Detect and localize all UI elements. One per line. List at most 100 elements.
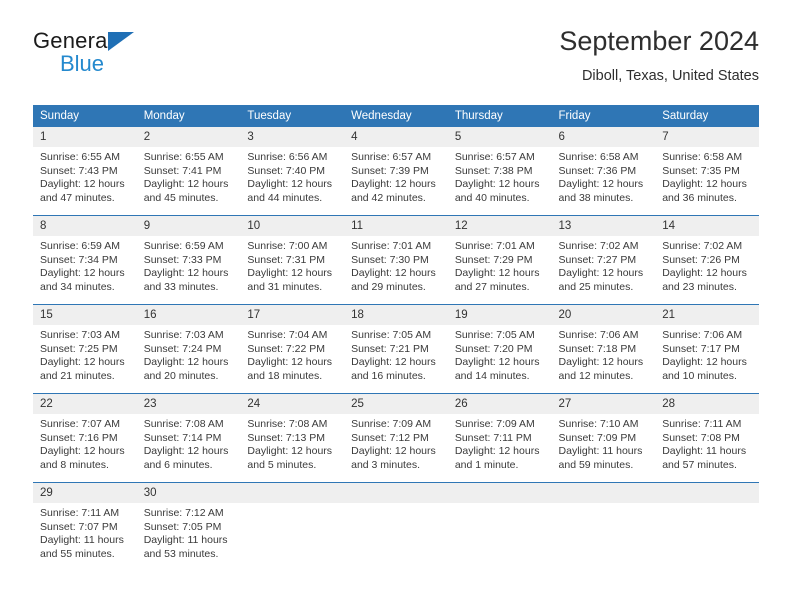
calendar-week-row: 22 Sunrise: 7:07 AM Sunset: 7:16 PM Dayligh… <box>33 393 759 483</box>
day-sun-info: Sunrise: 7:06 AM Sunset: 7:17 PM Daylight:… <box>655 325 759 383</box>
daylight-text: Daylight: 12 hours and 29 minutes. <box>351 267 436 293</box>
sunrise-text: Sunrise: 6:55 AM <box>143 151 224 163</box>
day-2[interactable]: 2 Sunrise: 6:55 AM Sunset: 7:41 PM Daylight… <box>136 127 241 215</box>
daylight-text: Daylight: 12 hours and 47 minutes. <box>40 178 125 204</box>
day-3[interactable]: 3 Sunrise: 6:56 AM Sunset: 7:40 PM Daylight… <box>240 127 345 215</box>
day-20[interactable]: 20 Sunrise: 7:06 AM Sunset: 7:18 PM Dayligh… <box>551 305 656 393</box>
sunset-text: Sunset: 7:36 PM <box>558 164 637 177</box>
day-30[interactable]: 30 Sunrise: 7:12 AM Sunset: 7:05 PM Dayligh… <box>136 483 241 571</box>
day-number: 10 <box>240 216 345 236</box>
daylight-text: Daylight: 12 hours and 20 minutes. <box>143 356 229 382</box>
day-10[interactable]: 10 Sunrise: 7:00 AM Sunset: 7:31 PM Dayligh… <box>240 216 345 304</box>
day-number: 27 <box>551 394 656 414</box>
day-24[interactable]: 24 Sunrise: 7:08 AM Sunset: 7:13 PM Dayligh… <box>240 394 345 482</box>
day-21[interactable]: 21 Sunrise: 7:06 AM Sunset: 7:17 PM Dayligh… <box>655 305 759 393</box>
day-sun-info: Sunrise: 6:58 AM Sunset: 7:35 PM Daylight:… <box>655 147 759 205</box>
day-number: 21 <box>655 305 759 325</box>
day-sun-info: Sunrise: 6:55 AM Sunset: 7:41 PM Daylight:… <box>137 147 241 205</box>
weekday-header-row: Sunday Monday Tuesday Wednesday Thursday… <box>33 105 759 127</box>
calendar-week-row: 8 Sunrise: 6:59 AM Sunset: 7:34 PM Daylight… <box>33 215 759 305</box>
sunrise-text: Sunrise: 6:59 AM <box>143 240 224 252</box>
day-sun-info: Sunrise: 7:04 AM Sunset: 7:22 PM Daylight:… <box>240 325 344 383</box>
day-14[interactable]: 14 Sunrise: 7:02 AM Sunset: 7:26 PM Dayligh… <box>655 216 759 304</box>
calendar-day-cell: 19 Sunrise: 7:05 AM Sunset: 7:20 PM Dayligh… <box>447 304 552 394</box>
sunrise-text: Sunrise: 6:58 AM <box>662 151 743 163</box>
calendar-day-cell <box>551 482 656 571</box>
weekday-header-tuesday: Tuesday <box>240 105 345 127</box>
page-title: September 2024 <box>559 26 759 56</box>
day-19[interactable]: 19 Sunrise: 7:05 AM Sunset: 7:20 PM Dayligh… <box>447 305 552 393</box>
daylight-text: Daylight: 12 hours and 10 minutes. <box>662 356 747 382</box>
daylight-text: Daylight: 12 hours and 25 minutes. <box>558 267 644 293</box>
day-29[interactable]: 29 Sunrise: 7:11 AM Sunset: 7:07 PM Dayligh… <box>33 483 137 571</box>
day-sun-info: Sunrise: 6:58 AM Sunset: 7:36 PM Daylight:… <box>552 147 656 205</box>
day-11[interactable]: 11 Sunrise: 7:01 AM Sunset: 7:30 PM Dayligh… <box>344 216 448 304</box>
sunset-text: Sunset: 7:25 PM <box>40 342 118 355</box>
daylight-text: Daylight: 12 hours and 3 minutes. <box>351 445 436 471</box>
day-9[interactable]: 9 Sunrise: 6:59 AM Sunset: 7:33 PM Daylight… <box>136 216 241 304</box>
daylight-text: Daylight: 12 hours and 5 minutes. <box>247 445 333 471</box>
day-sun-info: Sunrise: 7:01 AM Sunset: 7:30 PM Daylight:… <box>344 236 448 294</box>
day-number: 20 <box>551 305 656 325</box>
day-25[interactable]: 25 Sunrise: 7:09 AM Sunset: 7:12 PM Dayligh… <box>344 394 448 482</box>
sunrise-sunset-calendar: Sunday Monday Tuesday Wednesday Thursday… <box>33 105 759 571</box>
day-5[interactable]: 5 Sunrise: 6:57 AM Sunset: 7:38 PM Daylight… <box>447 127 552 215</box>
day-number: 1 <box>33 127 137 147</box>
day-18[interactable]: 18 Sunrise: 7:05 AM Sunset: 7:21 PM Dayligh… <box>344 305 448 393</box>
day-4[interactable]: 4 Sunrise: 6:57 AM Sunset: 7:39 PM Daylight… <box>344 127 448 215</box>
day-sun-info: Sunrise: 7:08 AM Sunset: 7:13 PM Daylight:… <box>240 414 344 472</box>
daylight-text: Daylight: 12 hours and 31 minutes. <box>247 267 333 293</box>
calendar-day-cell: 23 Sunrise: 7:08 AM Sunset: 7:14 PM Dayligh… <box>136 393 241 483</box>
daylight-text: Daylight: 11 hours and 53 minutes. <box>143 534 228 560</box>
day-number: 2 <box>136 127 241 147</box>
sunset-text: Sunset: 7:27 PM <box>558 253 637 266</box>
calendar-day-cell <box>655 482 759 571</box>
day-23[interactable]: 23 Sunrise: 7:08 AM Sunset: 7:14 PM Dayligh… <box>136 394 241 482</box>
day-13[interactable]: 13 Sunrise: 7:02 AM Sunset: 7:27 PM Dayligh… <box>551 216 656 304</box>
day-8[interactable]: 8 Sunrise: 6:59 AM Sunset: 7:34 PM Daylight… <box>33 216 137 304</box>
weekday-header-thursday: Thursday <box>447 105 552 127</box>
day-27[interactable]: 27 Sunrise: 7:10 AM Sunset: 7:09 PM Dayligh… <box>551 394 656 482</box>
day-sun-info <box>344 503 448 507</box>
day-28[interactable]: 28 Sunrise: 7:11 AM Sunset: 7:08 PM Dayligh… <box>655 394 759 482</box>
day-number: 12 <box>447 216 552 236</box>
day-number: 14 <box>655 216 759 236</box>
calendar-week-row: 29 Sunrise: 7:11 AM Sunset: 7:07 PM Dayligh… <box>33 482 759 571</box>
calendar-day-cell: 8 Sunrise: 6:59 AM Sunset: 7:34 PM Daylight… <box>33 215 137 305</box>
day-number <box>447 483 552 503</box>
day-6[interactable]: 6 Sunrise: 6:58 AM Sunset: 7:36 PM Daylight… <box>551 127 656 215</box>
day-number: 26 <box>447 394 552 414</box>
day-17[interactable]: 17 Sunrise: 7:04 AM Sunset: 7:22 PM Dayligh… <box>240 305 345 393</box>
day-16[interactable]: 16 Sunrise: 7:03 AM Sunset: 7:24 PM Dayligh… <box>136 305 241 393</box>
sunset-text: Sunset: 7:40 PM <box>247 164 326 177</box>
day-sun-info: Sunrise: 7:09 AM Sunset: 7:12 PM Daylight:… <box>344 414 448 472</box>
sunrise-text: Sunrise: 7:08 AM <box>143 418 224 430</box>
day-number: 23 <box>136 394 241 414</box>
calendar-day-cell: 3 Sunrise: 6:56 AM Sunset: 7:40 PM Daylight… <box>240 127 345 216</box>
calendar-day-cell: 1 Sunrise: 6:55 AM Sunset: 7:43 PM Daylight… <box>33 127 137 216</box>
day-number: 30 <box>136 483 241 503</box>
calendar-day-cell: 15 Sunrise: 7:03 AM Sunset: 7:25 PM Dayligh… <box>33 304 137 394</box>
day-sun-info: Sunrise: 7:02 AM Sunset: 7:27 PM Daylight:… <box>552 236 656 294</box>
calendar-day-cell <box>344 482 448 571</box>
day-15[interactable]: 15 Sunrise: 7:03 AM Sunset: 7:25 PM Dayligh… <box>33 305 137 393</box>
general-blue-logo[interactable]: General Blue <box>33 28 263 88</box>
weekday-header-sunday: Sunday <box>33 105 137 127</box>
day-sun-info: Sunrise: 7:07 AM Sunset: 7:16 PM Daylight:… <box>33 414 137 472</box>
day-26[interactable]: 26 Sunrise: 7:09 AM Sunset: 7:11 PM Dayligh… <box>447 394 552 482</box>
sunset-text: Sunset: 7:31 PM <box>247 253 326 266</box>
sunrise-text: Sunrise: 7:12 AM <box>143 507 224 519</box>
day-number: 24 <box>240 394 345 414</box>
day-7[interactable]: 7 Sunrise: 6:58 AM Sunset: 7:35 PM Daylight… <box>655 127 759 215</box>
day-1[interactable]: 1 Sunrise: 6:55 AM Sunset: 7:43 PM Daylight… <box>33 127 137 215</box>
day-number: 19 <box>447 305 552 325</box>
day-number: 18 <box>344 305 448 325</box>
sunset-text: Sunset: 7:14 PM <box>143 431 222 444</box>
sunrise-text: Sunrise: 7:09 AM <box>351 418 432 430</box>
day-12[interactable]: 12 Sunrise: 7:01 AM Sunset: 7:29 PM Dayligh… <box>447 216 552 304</box>
day-sun-info: Sunrise: 6:56 AM Sunset: 7:40 PM Daylight:… <box>240 147 344 205</box>
day-sun-info <box>448 503 552 507</box>
day-22[interactable]: 22 Sunrise: 7:07 AM Sunset: 7:16 PM Dayligh… <box>33 394 137 482</box>
calendar-day-cell: 10 Sunrise: 7:00 AM Sunset: 7:31 PM Dayligh… <box>240 215 345 305</box>
calendar-day-cell: 28 Sunrise: 7:11 AM Sunset: 7:08 PM Dayligh… <box>655 393 759 483</box>
